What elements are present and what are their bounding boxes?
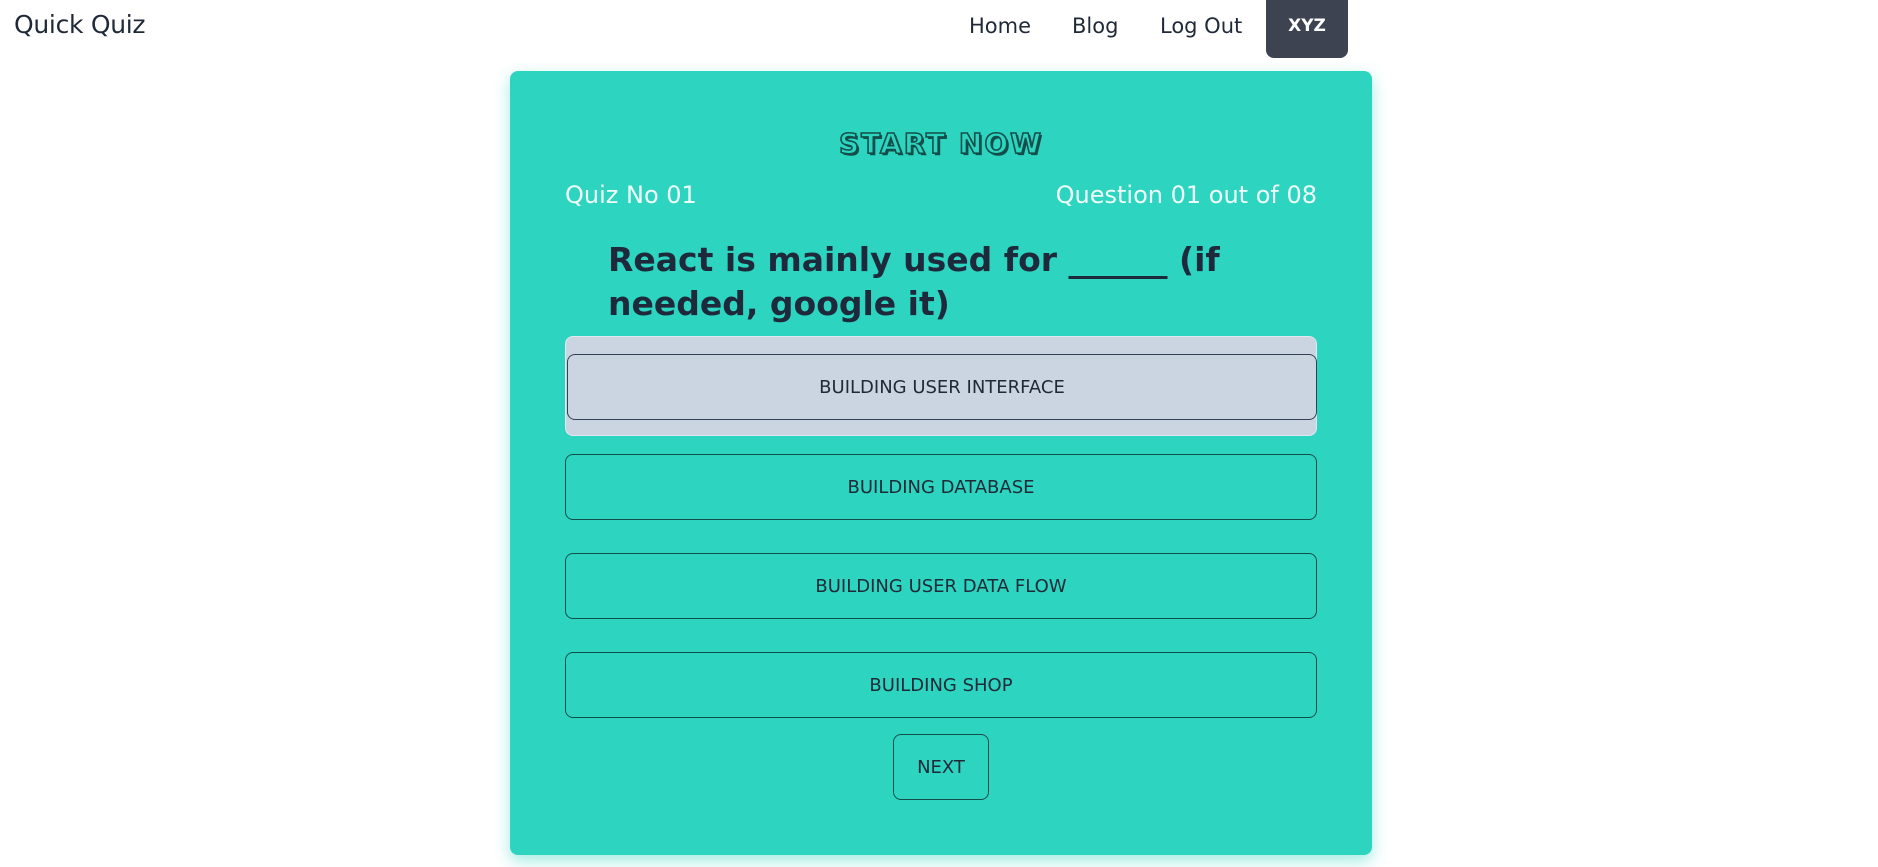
option-building-user-data-flow[interactable]: BUILDING USER DATA FLOW <box>565 553 1317 619</box>
nav-link-logout[interactable]: Log Out <box>1160 14 1242 38</box>
question-progress: Question 01 out of 08 <box>1055 181 1317 209</box>
option-building-user-interface[interactable]: BUILDING USER INTERFACE <box>567 354 1317 420</box>
next-button[interactable]: NEXT <box>893 734 989 800</box>
selected-option-highlight: BUILDING USER INTERFACE <box>565 336 1317 436</box>
navbar: Quick Quiz Home Blog Log Out XYZ <box>0 0 1878 58</box>
quiz-number: Quiz No 01 <box>565 181 697 209</box>
user-account-button[interactable]: XYZ <box>1266 0 1348 58</box>
quiz-card: START NOW Quiz No 01 Question 01 out of … <box>510 71 1372 855</box>
nav-link-home[interactable]: Home <box>969 14 1031 38</box>
option-building-database[interactable]: BUILDING DATABASE <box>565 454 1317 520</box>
nav-link-blog[interactable]: Blog <box>1072 14 1118 38</box>
question-text: React is mainly used for ______ (if need… <box>608 240 1220 323</box>
brand-logo[interactable]: Quick Quiz <box>14 10 146 39</box>
option-building-shop[interactable]: BUILDING SHOP <box>565 652 1317 718</box>
start-now-banner: START NOW <box>838 126 1044 161</box>
